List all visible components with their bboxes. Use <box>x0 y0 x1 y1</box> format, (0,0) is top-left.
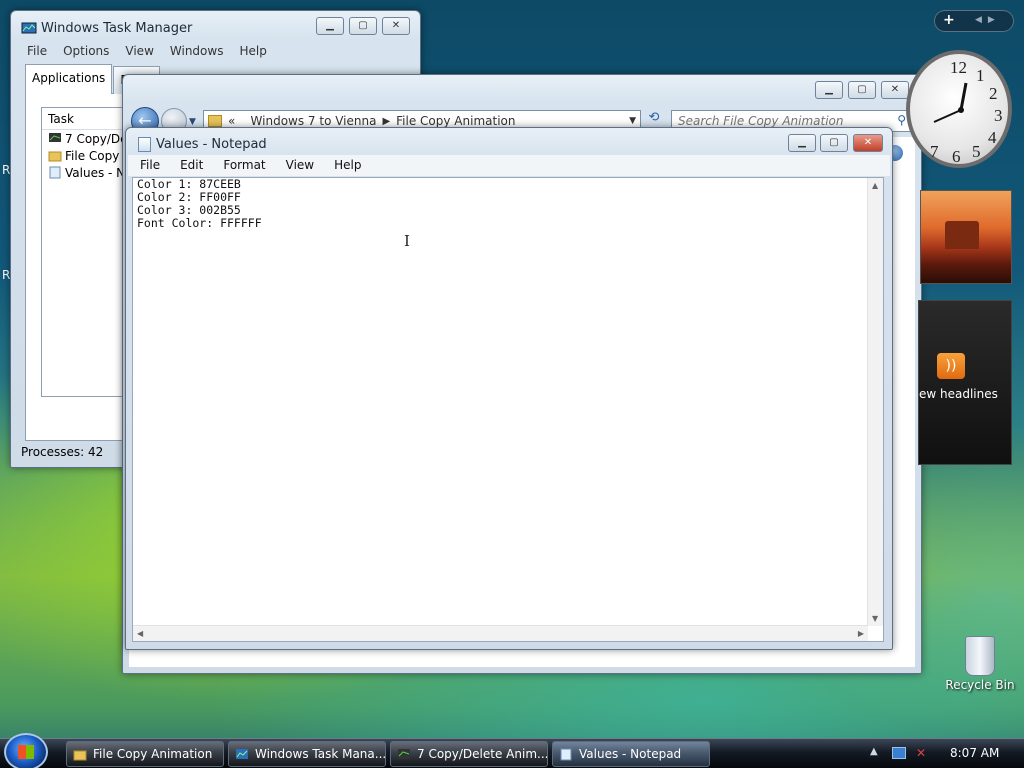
text-line: Font Color: FFFFFF <box>137 216 262 230</box>
add-gadget-icon[interactable]: + <box>943 12 955 28</box>
menu-file[interactable]: File <box>19 41 55 61</box>
notepad-icon <box>559 748 573 761</box>
slideshow-gadget[interactable] <box>920 190 1012 284</box>
clock-time[interactable]: 8:07 AM <box>950 746 999 760</box>
notepad-icon <box>48 166 62 179</box>
show-hidden-icons-icon[interactable]: ▲ <box>870 746 878 757</box>
scroll-up-icon[interactable]: ▲ <box>872 181 878 190</box>
close-button[interactable]: ✕ <box>382 17 410 35</box>
taskbar-item-label: Values - Notepad <box>579 747 682 761</box>
scroll-right-icon[interactable]: ▶ <box>858 629 864 638</box>
menu-file[interactable]: File <box>128 155 168 176</box>
start-button[interactable] <box>4 733 48 768</box>
taskbar-item-notepad[interactable]: Values - Notepad <box>552 741 710 767</box>
volume-muted-icon[interactable]: ✕ <box>916 746 926 760</box>
maximize-button[interactable]: ▢ <box>820 134 848 152</box>
maximize-button[interactable]: ▢ <box>349 17 377 35</box>
app-icon <box>397 748 411 761</box>
recycle-bin-icon <box>965 636 995 676</box>
rss-icon: )) <box>937 353 965 379</box>
minimize-button[interactable]: ▁ <box>316 17 344 35</box>
feed-label: ew headlines <box>919 387 998 401</box>
maximize-button[interactable]: ▢ <box>848 81 876 99</box>
search-placeholder: Search File Copy Animation <box>678 114 844 128</box>
breadcrumb-item[interactable]: Windows 7 to Vienna <box>251 114 377 128</box>
breadcrumb-item[interactable]: File Copy Animation <box>396 114 515 128</box>
app-icon <box>48 132 62 145</box>
taskbar-item-label: 7 Copy/Delete Anim... <box>417 747 548 761</box>
minimize-button[interactable]: ▁ <box>815 81 843 99</box>
menu-bar: File Edit Format View Help <box>128 155 890 176</box>
status-processes: Processes: 42 <box>21 445 104 459</box>
breadcrumb-overflow[interactable]: « <box>228 114 235 128</box>
taskbar-item-task-manager[interactable]: Windows Task Mana... <box>228 741 386 767</box>
recycle-bin-label: Recycle Bin <box>945 678 1015 692</box>
recent-pages-dropdown[interactable]: ▼ <box>189 117 196 127</box>
windows-logo-icon <box>18 745 34 759</box>
menu-view[interactable]: View <box>274 155 322 176</box>
notepad-window[interactable]: Values - Notepad ▁ ▢ ✕ File Edit Format … <box>125 127 893 650</box>
window-title: Values - Notepad <box>156 137 267 152</box>
network-icon[interactable] <box>892 747 906 759</box>
system-tray: ▲ ✕ 8:07 AM <box>864 739 1024 768</box>
menu-format[interactable]: Format <box>211 155 273 176</box>
taskbar-item-label: Windows Task Mana... <box>255 747 386 761</box>
feed-headlines-gadget[interactable]: )) ew headlines <box>918 300 1012 465</box>
menu-edit[interactable]: Edit <box>168 155 211 176</box>
folder-icon <box>208 115 222 127</box>
clock-hands <box>933 82 968 123</box>
taskbar-item-file-copy-animation[interactable]: File Copy Animation <box>66 741 224 767</box>
document-text[interactable]: Color 1: 87CEEB Color 2: FF00FF Color 3:… <box>137 178 262 230</box>
horizontal-scrollbar[interactable]: ◀ ▶ <box>133 625 868 641</box>
task-manager-icon <box>21 22 37 36</box>
menu-windows[interactable]: Windows <box>162 41 232 61</box>
scroll-left-icon[interactable]: ◀ <box>137 629 143 638</box>
menu-bar: File Options View Windows Help <box>19 41 275 61</box>
sidebar-controls: + ◀▶ <box>934 10 1014 32</box>
menu-help[interactable]: Help <box>322 155 369 176</box>
window-title: Windows Task Manager <box>41 21 193 36</box>
text-editor[interactable]: Color 1: 87CEEB Color 2: FF00FF Color 3:… <box>132 177 884 642</box>
recycle-bin[interactable]: Recycle Bin <box>940 636 1020 692</box>
scroll-down-icon[interactable]: ▼ <box>872 614 878 623</box>
folder-icon <box>48 149 62 162</box>
folder-icon <box>73 748 87 761</box>
chevron-down-icon[interactable]: ▼ <box>629 116 636 126</box>
task-manager-icon <box>235 748 249 761</box>
clock-gadget[interactable]: 12 1 2 3 4 5 6 7 <box>902 50 1012 170</box>
chevron-right-icon[interactable]: ▶ <box>382 116 390 127</box>
text-cursor-icon: I <box>404 232 410 250</box>
notepad-icon <box>138 137 151 152</box>
menu-options[interactable]: Options <box>55 41 117 61</box>
taskbar: File Copy Animation Windows Task Mana...… <box>0 733 1024 768</box>
vertical-scrollbar[interactable]: ▲ ▼ <box>867 178 883 626</box>
menu-help[interactable]: Help <box>231 41 274 61</box>
taskbar-item-copy-delete-animation[interactable]: 7 Copy/Delete Anim... <box>390 741 548 767</box>
gadget-nav-arrows[interactable]: ◀▶ <box>975 15 1001 25</box>
photo-image <box>945 221 979 249</box>
minimize-button[interactable]: ▁ <box>788 134 816 152</box>
tab-applications[interactable]: Applications <box>25 64 113 94</box>
menu-view[interactable]: View <box>117 41 161 61</box>
taskbar-item-label: File Copy Animation <box>93 747 213 761</box>
close-button[interactable]: ✕ <box>853 134 883 152</box>
